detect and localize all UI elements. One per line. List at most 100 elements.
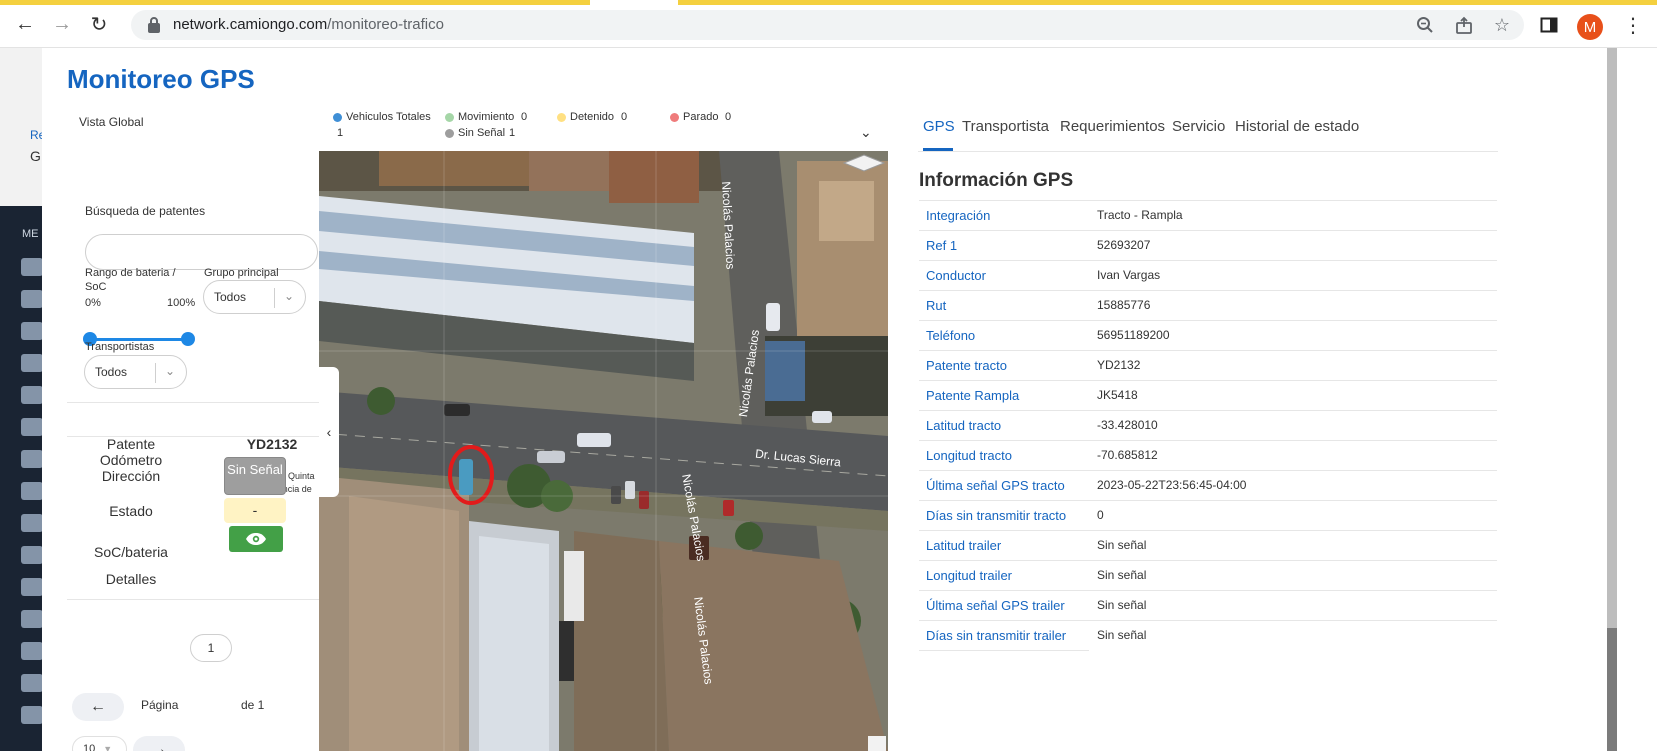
send-icon xyxy=(21,514,43,532)
satellite-map[interactable]: Nicolás Palacios Nicolás Palacios Dr. Lu… xyxy=(319,151,888,751)
legend-movimiento[interactable]: Movimiento xyxy=(445,111,514,123)
transportistas-select[interactable]: Todos ⌄ xyxy=(84,355,187,389)
grupo-select[interactable]: Todos ⌄ xyxy=(203,280,306,314)
prev-page-button[interactable]: ← xyxy=(72,693,124,721)
info-row-key: Integración xyxy=(926,208,991,223)
profile-avatar[interactable]: M xyxy=(1577,14,1603,40)
url-path: /monitoreo-trafico xyxy=(327,16,444,33)
legend-label: Movimiento xyxy=(458,111,515,123)
users-icon xyxy=(21,322,43,340)
tab-transportista[interactable]: Transportista xyxy=(962,118,1049,135)
legend-sin-senal-count: 1 xyxy=(509,127,516,139)
dashboard-icon xyxy=(21,258,43,276)
page-scrollbar[interactable] xyxy=(1607,48,1617,628)
info-row-key: Patente Rampla xyxy=(926,388,1020,403)
background-gutter xyxy=(1617,48,1657,751)
patente-value: YD2132 xyxy=(246,436,298,452)
info-row: Última señal GPS trailer Sin señal xyxy=(919,590,1497,620)
page-number-input[interactable]: 1 xyxy=(190,634,232,662)
legend-total[interactable]: Vehiculos Totales xyxy=(333,111,431,123)
info-row: Latitud tracto -33.428010 xyxy=(919,410,1497,440)
zoom-icon[interactable] xyxy=(1414,14,1436,36)
info-row-value: 15885776 xyxy=(1097,298,1151,312)
collapse-panel-button[interactable]: ‹ xyxy=(319,367,339,497)
background-header: Re G xyxy=(0,48,45,206)
info-row-value: 0 xyxy=(1097,508,1104,522)
side-panel-icon[interactable] xyxy=(1538,14,1560,36)
soc-value-badge: - xyxy=(224,498,286,523)
active-tab-indicator xyxy=(923,148,953,151)
info-row-key: Rut xyxy=(926,298,947,313)
legend-dot xyxy=(445,112,454,122)
info-row: Rut 15885776 xyxy=(919,290,1497,320)
grid-icon xyxy=(21,290,43,308)
back-icon[interactable]: ← xyxy=(13,12,37,36)
info-row: Días sin transmitir tracto 0 xyxy=(919,500,1497,530)
estado-status-badge: Sin Señal xyxy=(224,457,286,495)
info-row-value: Sin señal xyxy=(1097,628,1147,642)
bookmark-star-icon[interactable]: ☆ xyxy=(1491,14,1513,36)
tab-requerimientos[interactable]: Requerimientos xyxy=(1060,118,1165,135)
battery-slider-max-handle[interactable] xyxy=(181,332,195,346)
info-row-key: Última señal GPS tracto xyxy=(926,478,1065,493)
info-row-key: Latitud tracto xyxy=(926,418,1002,433)
forward-icon[interactable]: → xyxy=(50,12,74,36)
chart-icon xyxy=(21,354,43,372)
background-label: G xyxy=(30,148,41,164)
chevron-down-icon[interactable]: ⌄ xyxy=(860,124,872,141)
info-row-value: 52693207 xyxy=(1097,238,1151,252)
legend-label: Sin Señal xyxy=(458,127,506,139)
patente-label: Patente xyxy=(106,436,156,452)
background-sidebar: ME xyxy=(0,206,43,751)
divider xyxy=(919,650,1089,651)
lock-icon xyxy=(148,17,160,33)
legend-dot xyxy=(670,112,679,122)
reload-icon[interactable]: ↻ xyxy=(87,12,111,36)
info-row-value: -33.428010 xyxy=(1097,418,1158,432)
legend-label: Detenido xyxy=(570,111,615,123)
info-row-value: 56951189200 xyxy=(1097,328,1170,342)
info-row: Longitud trailer Sin señal xyxy=(919,560,1497,590)
plate-search-input[interactable] xyxy=(85,234,318,270)
legend-sin-senal[interactable]: Sin Señal xyxy=(445,127,505,139)
tab-gps[interactable]: GPS xyxy=(923,118,955,135)
info-row-key: Patente tracto xyxy=(926,358,1007,373)
tab-strip-accent xyxy=(678,0,1657,5)
folder-icon xyxy=(21,642,43,660)
details-button[interactable] xyxy=(229,526,283,552)
info-row: Longitud tracto -70.685812 xyxy=(919,440,1497,470)
legend-parado[interactable]: Parado xyxy=(670,111,718,123)
background-sidebar-label: ME xyxy=(22,228,39,240)
team-icon xyxy=(21,418,43,436)
next-page-button[interactable]: → xyxy=(133,736,185,751)
select-divider xyxy=(274,288,275,308)
address-bar[interactable]: network.camiongo.com/monitoreo-trafico xyxy=(131,10,1524,40)
legend-label: Parado xyxy=(683,111,719,123)
info-row-key: Conductor xyxy=(926,268,986,283)
page-count-label: de 1 xyxy=(241,698,265,712)
pagina-label: Página xyxy=(141,698,179,712)
divider xyxy=(67,599,320,600)
info-row: Días sin transmitir trailer Sin señal xyxy=(919,620,1497,650)
transportistas-select-value: Todos xyxy=(95,365,128,379)
tab-servicio[interactable]: Servicio xyxy=(1172,118,1225,135)
per-page-select[interactable]: 10 ▼ xyxy=(72,736,127,751)
grupo-select-value: Todos xyxy=(214,290,247,304)
truck-icon xyxy=(21,546,43,564)
info-table: Integración Tracto - Rampla Ref 1 52693207 C… xyxy=(919,200,1497,651)
vista-global-label: Vista Global xyxy=(79,115,144,129)
send-icon xyxy=(21,482,43,500)
info-row: Ref 1 52693207 xyxy=(919,230,1497,260)
info-row-value: Tracto - Rampla xyxy=(1097,208,1183,222)
legend-detenido[interactable]: Detenido xyxy=(557,111,614,123)
legend-dot xyxy=(557,112,566,122)
info-row-value: 2023-05-22T23:56:45-04:00 xyxy=(1097,478,1247,492)
battery-min-label: 0% xyxy=(85,297,101,309)
divider xyxy=(67,402,320,403)
tab-historial[interactable]: Historial de estado xyxy=(1235,118,1359,135)
menu-kebab-icon[interactable]: ⋮ xyxy=(1622,14,1644,37)
arrow-left-icon: ← xyxy=(90,698,106,715)
url-domain: network.camiongo.com xyxy=(173,16,328,33)
share-icon[interactable] xyxy=(1453,14,1475,36)
info-row-key: Teléfono xyxy=(926,328,976,343)
